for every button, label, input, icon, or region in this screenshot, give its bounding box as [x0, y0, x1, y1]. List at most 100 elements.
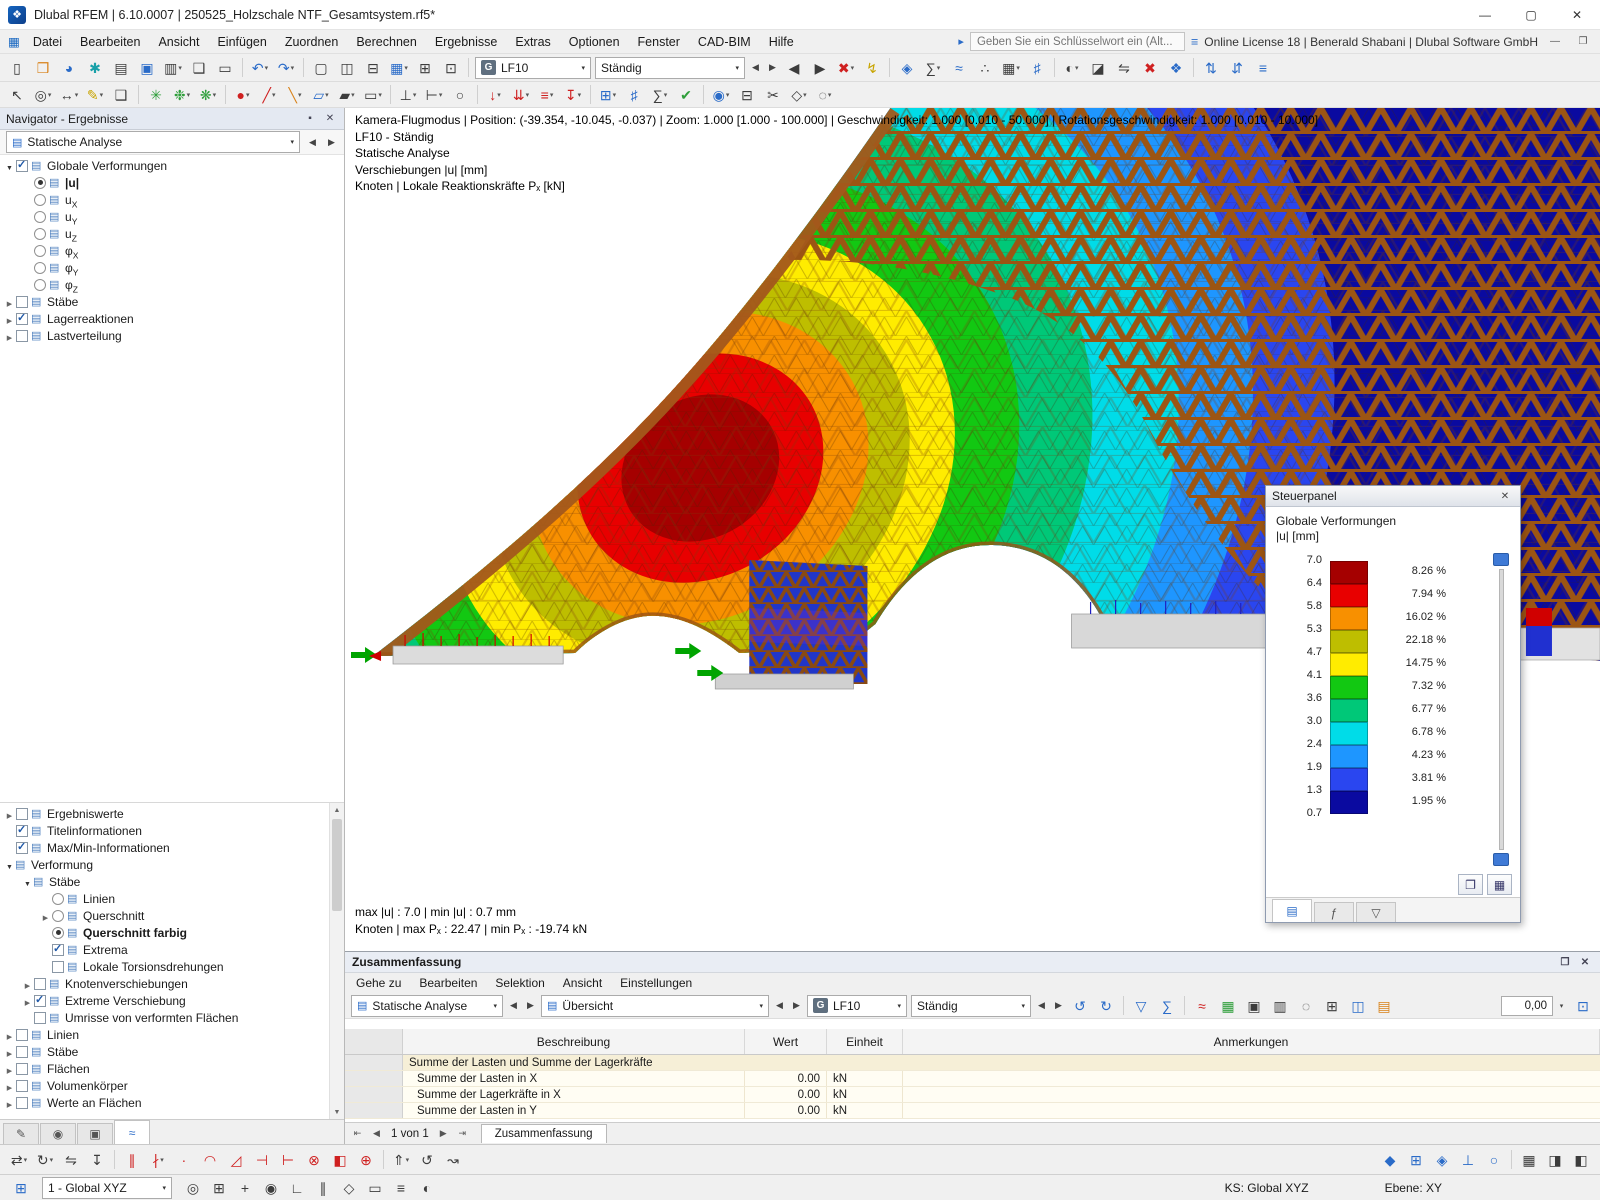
previous-result-arrow[interactable] — [304, 132, 321, 153]
tree-control[interactable] — [16, 295, 28, 308]
clone-button[interactable]: ❑ — [109, 83, 133, 106]
snap-tangent-button[interactable]: ○ — [1482, 1148, 1506, 1171]
sync-selection-button[interactable]: ↻ — [1094, 994, 1118, 1017]
decimal-caret-icon[interactable]: ▾ — [1553, 995, 1570, 1016]
member-load-button[interactable]: ⇊ — [509, 83, 533, 106]
expander-icon[interactable] — [4, 1096, 15, 1110]
tree-item-titelinformationen[interactable]: Titelinformationen — [0, 822, 328, 839]
configuration-button[interactable]: ❖ — [1164, 56, 1188, 79]
menu-item[interactable]: Ansicht — [149, 33, 208, 51]
mirror-button[interactable]: ⇋ — [59, 1148, 83, 1171]
menu-item[interactable]: CAD-BIM — [689, 33, 760, 51]
edit-mode-button[interactable]: ↖ — [5, 83, 29, 106]
navigator-tab-display[interactable]: ◉ — [40, 1123, 76, 1144]
guide-lines-button[interactable]: ⊟ — [361, 56, 385, 79]
tree-item-uz[interactable]: uZ — [0, 225, 344, 242]
open-model-button[interactable]: ❒ — [31, 56, 55, 79]
shadow-button[interactable]: ◪ — [1086, 56, 1110, 79]
tree-item-u-abs[interactable]: |u| — [0, 174, 344, 191]
tree-item-staebe-anzeige[interactable]: Stäbe — [0, 1043, 328, 1060]
tree-control[interactable] — [52, 892, 64, 905]
result-table-button[interactable]: ▦ — [999, 56, 1023, 79]
tree-control[interactable] — [52, 909, 64, 922]
ortho-toggle[interactable]: ∟ — [285, 1176, 309, 1199]
tree-scrollbar[interactable]: ▲ ▼ — [329, 803, 344, 1119]
expander-icon[interactable] — [22, 977, 33, 991]
intersect-button[interactable]: ⊗ — [302, 1148, 326, 1171]
render-toggle[interactable]: ◐ — [415, 1176, 439, 1199]
decimal-places-button[interactable]: ∑ — [1155, 994, 1179, 1017]
undo-button[interactable]: ↶ — [248, 56, 272, 79]
next-loadcase-arrow[interactable] — [1050, 995, 1067, 1016]
design-situation-combo[interactable]: Ständig — [595, 56, 745, 79]
zoom-window-button[interactable]: ◌ — [813, 83, 837, 106]
trim-button[interactable]: ⊣ — [250, 1148, 274, 1171]
environment-button[interactable]: ❋ — [196, 83, 220, 106]
surface-load-button[interactable]: ≡ — [535, 83, 559, 106]
new-opening-button[interactable]: ▭ — [361, 83, 385, 106]
last-page-button[interactable] — [454, 1125, 471, 1142]
expander-icon[interactable] — [22, 875, 33, 889]
table-row[interactable]: Summe der Lagerkräfte in X 0.00 kN — [345, 1087, 1600, 1103]
object-snap-toggle[interactable]: ◇ — [337, 1176, 361, 1199]
view-split-button[interactable]: ◫ — [335, 56, 359, 79]
dimension-button[interactable]: ↔ — [57, 83, 81, 106]
check-button[interactable]: ✔ — [674, 83, 698, 106]
cartesian-toggle[interactable]: + — [233, 1176, 257, 1199]
panel-undock-button[interactable]: ❐ — [1458, 874, 1483, 895]
slider-min-handle[interactable] — [1493, 853, 1509, 866]
result-values-button[interactable]: ∑ — [921, 56, 945, 79]
tree-item-ergebniswerte[interactable]: Ergebniswerte — [0, 805, 328, 822]
tree-control[interactable] — [52, 960, 64, 973]
menu-item[interactable]: Extras — [506, 33, 559, 51]
summary-menu-item[interactable]: Gehe zu — [347, 974, 410, 992]
model-settings-button[interactable]: ✱ — [83, 56, 107, 79]
first-page-button[interactable] — [349, 1125, 366, 1142]
menu-item[interactable]: Einfügen — [208, 33, 275, 51]
tree-control[interactable] — [16, 329, 28, 342]
connect-members-button[interactable]: ∥ — [120, 1148, 144, 1171]
close-icon[interactable]: ✕ — [1577, 957, 1593, 968]
round-corner-button[interactable]: ◠ — [198, 1148, 222, 1171]
relation-bars-button[interactable]: ≈ — [1190, 994, 1214, 1017]
chamfer-button[interactable]: ◿ — [224, 1148, 248, 1171]
expander-icon[interactable] — [4, 1079, 15, 1093]
expander-icon[interactable] — [4, 329, 15, 343]
table-settings-button[interactable]: ⊞ — [1320, 994, 1344, 1017]
tree-item-lagerreaktionen[interactable]: Lagerreaktionen — [0, 310, 344, 327]
guidelines-toggle[interactable]: ∥ — [311, 1176, 335, 1199]
sort-button[interactable]: ≡ — [1251, 56, 1275, 79]
snap-settings-button[interactable]: ◎ — [31, 83, 55, 106]
tree-control[interactable] — [34, 278, 46, 291]
tree-item-lokale-torsionsdrehungen[interactable]: Lokale Torsionsdrehungen — [0, 958, 328, 975]
expander-icon[interactable] — [4, 159, 15, 173]
tree-item-volumenkoerper[interactable]: Volumenkörper — [0, 1077, 328, 1094]
calculate-button[interactable]: ∑ — [648, 83, 672, 106]
summary-tab[interactable]: Zusammenfassung — [480, 1124, 607, 1143]
result-diagram-button[interactable]: ≈ — [947, 56, 971, 79]
menu-item[interactable]: Fenster — [629, 33, 689, 51]
pin-icon[interactable]: ▪ — [302, 113, 318, 124]
revolve-button[interactable]: ↺ — [415, 1148, 439, 1171]
tree-item-lastverteilung[interactable]: Lastverteilung — [0, 327, 344, 344]
copy-button[interactable]: ❑ — [187, 56, 211, 79]
line-support-button[interactable]: ⊢ — [422, 83, 446, 106]
next-table-arrow[interactable] — [522, 995, 539, 1016]
redo-button[interactable]: ↷ — [274, 56, 298, 79]
decimal-display[interactable]: 0,00 — [1501, 995, 1553, 1016]
expander-icon[interactable] — [4, 1062, 15, 1076]
search-options-icon[interactable] — [1191, 35, 1198, 49]
expander-icon[interactable] — [4, 807, 15, 821]
summary-menu-item[interactable]: Einstellungen — [611, 974, 701, 992]
tree-control[interactable] — [16, 158, 28, 172]
tree-control[interactable] — [34, 1011, 46, 1024]
tree-item-querschnitt-farbig[interactable]: Querschnitt farbig — [0, 924, 328, 941]
model-viewport[interactable]: Kamera-Flugmodus | Position: (-39.354, -… — [345, 108, 1600, 951]
mirror-view-button[interactable]: ⇋ — [1112, 56, 1136, 79]
navigator-tab-views[interactable]: ▣ — [77, 1123, 113, 1144]
expander-icon[interactable] — [40, 909, 51, 923]
prev-loadcase-button[interactable]: ◀ — [782, 56, 806, 79]
analysis-type-combo[interactable]: Statische Analyse — [6, 131, 300, 153]
paste-button[interactable]: ▭ — [213, 56, 237, 79]
terrain-button[interactable]: ❉ — [170, 83, 194, 106]
